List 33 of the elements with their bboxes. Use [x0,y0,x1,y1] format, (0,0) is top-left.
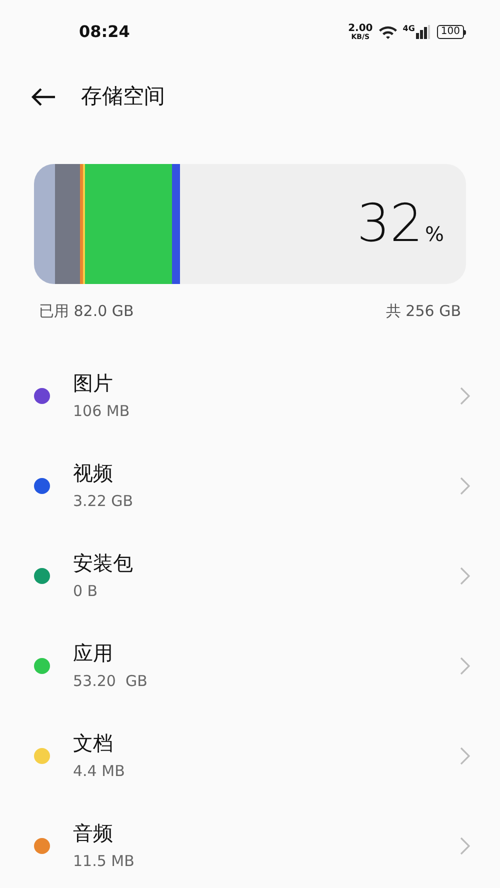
usage-percent: 32% [356,198,444,250]
category-name: 应用 [73,640,114,667]
chevron-right-icon [460,836,470,854]
category-size: 0 B [73,581,99,602]
category-row[interactable]: 应用 53.20 GB [0,620,500,710]
status-time: 08:24 [79,21,130,43]
category-name: 文档 [73,730,114,757]
category-size: 11.5 MB [73,851,136,872]
cellular-signal: 4G [402,25,430,39]
chevron-right-icon [460,746,470,764]
chevron-right-icon [460,386,470,404]
category-name: 图片 [73,370,114,397]
category-name: 音频 [73,820,114,847]
total-space: 共 256 GB [386,301,461,322]
category-row[interactable]: 安装包 0 B [0,530,500,620]
category-size: 53.20 GB [73,671,148,692]
category-row[interactable]: 视频 3.22 GB [0,440,500,530]
back-icon[interactable] [30,87,56,107]
chevron-right-icon [460,476,470,494]
category-row[interactable]: 图片 106 MB [0,350,500,440]
category-name: 安装包 [73,550,134,577]
page-title: 存储空间 [81,83,165,110]
category-size: 4.4 MB [73,761,126,782]
used-space: 已用 82.0 GB [39,301,134,322]
wifi-icon [378,24,398,40]
category-size: 3.22 GB [73,491,134,512]
category-size: 106 MB [73,401,131,422]
category-row[interactable]: 文档 4.4 MB [0,710,500,800]
category-row[interactable]: 音频 11.5 MB [0,800,500,888]
category-name: 视频 [73,460,114,487]
chevron-right-icon [460,566,470,584]
chevron-right-icon [460,656,470,674]
battery-indicator: 100 [436,25,466,39]
